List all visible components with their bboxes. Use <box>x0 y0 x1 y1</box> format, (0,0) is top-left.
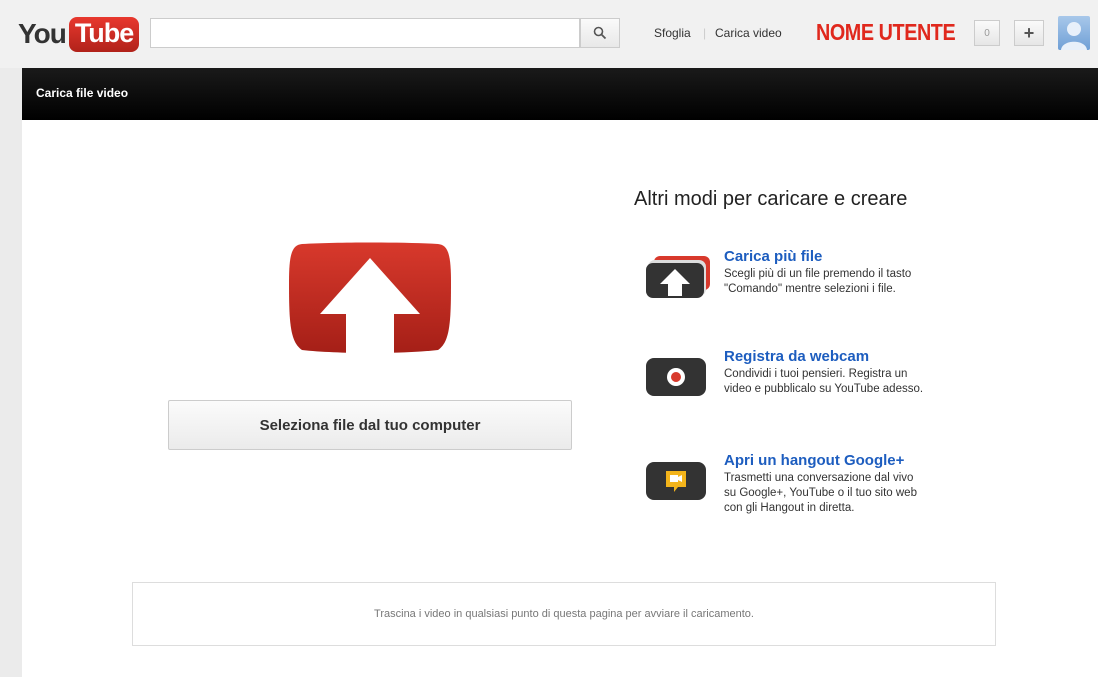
upload-content: Seleziona file dal tuo computer Altri mo… <box>22 120 1098 677</box>
search-input[interactable] <box>150 18 580 48</box>
search-icon <box>593 26 607 40</box>
upload-link[interactable]: Carica video <box>715 26 782 40</box>
avatar[interactable] <box>1058 16 1090 50</box>
drop-zone[interactable]: Trascina i video in qualsiasi punto di q… <box>132 582 996 646</box>
webcam-record-icon <box>646 358 706 396</box>
select-file-button[interactable]: Seleziona file dal tuo computer <box>168 400 572 450</box>
option-title[interactable]: Carica più file <box>724 248 822 265</box>
page-title: Carica file video <box>36 86 129 100</box>
youtube-logo[interactable]: You Tube <box>18 16 140 52</box>
user-silhouette-icon <box>1061 22 1087 50</box>
create-button[interactable]: + <box>1014 20 1044 46</box>
logo-tube-text: Tube <box>68 16 140 52</box>
option-description: Condividi i tuoi pensieri. Registra un v… <box>724 368 924 395</box>
upload-arrow-icon[interactable] <box>288 242 452 356</box>
logo-you-text: You <box>18 18 67 49</box>
notification-count-button[interactable]: 0 <box>974 20 1000 46</box>
drop-hint-text: Trascina i video in qualsiasi punto di q… <box>374 608 754 620</box>
option-description: Trasmetti una conversazione dal vivo su … <box>724 472 917 514</box>
option-title[interactable]: Registra da webcam <box>724 348 869 365</box>
page-header-bar: Carica file video <box>22 68 1098 120</box>
nav-separator: | <box>703 26 707 40</box>
multi-upload-icon <box>646 256 710 298</box>
browse-link[interactable]: Sfoglia <box>654 26 691 40</box>
other-ways-heading: Altri modi per caricare e creare <box>634 188 908 210</box>
hangout-icon <box>646 462 706 500</box>
option-title[interactable]: Apri un hangout Google+ <box>724 452 904 469</box>
username[interactable]: NOME UTENTE <box>816 19 956 46</box>
search-button[interactable] <box>580 18 620 48</box>
option-description: Scegli più di un file premendo il tasto … <box>724 268 912 295</box>
masthead: You Tube Sfoglia | Carica video NOME UTE… <box>0 0 1098 68</box>
